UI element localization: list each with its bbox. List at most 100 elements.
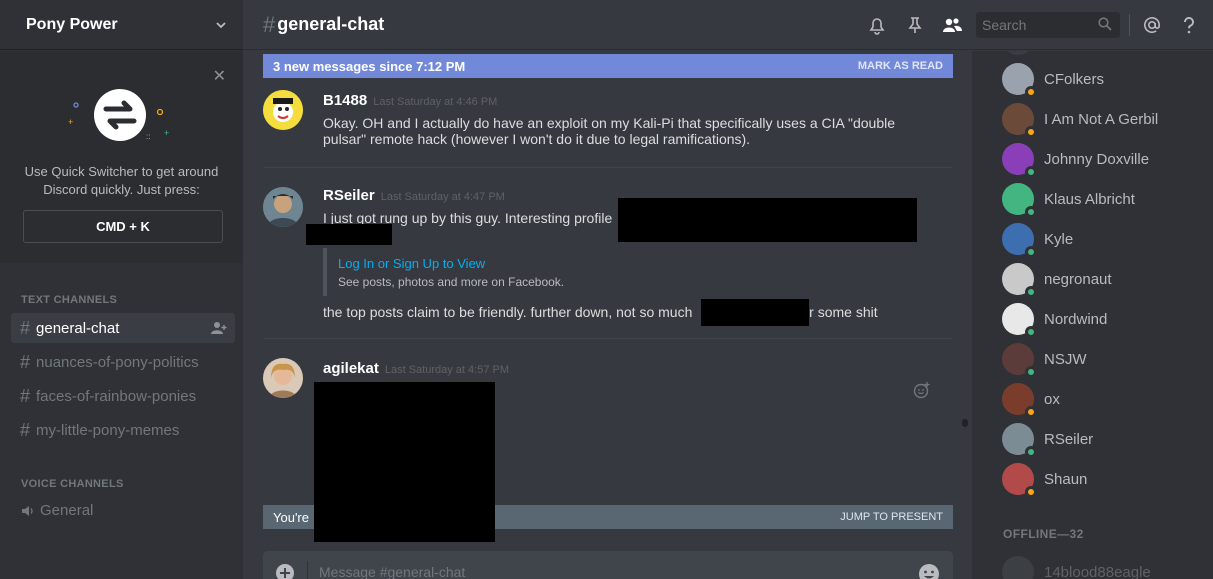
embed-description: See posts, photos and more on Facebook. [338,275,565,289]
hash-icon: # [20,419,31,440]
avatar [1002,63,1037,98]
jump-to-present-button[interactable]: JUMP TO PRESENT [840,511,943,523]
status-indicator [1025,446,1037,458]
hash-icon: # [20,317,31,338]
message-list[interactable]: 3 new messages since 7:12 PM MARK AS REA… [243,51,958,579]
avatar [1002,143,1037,178]
author-name[interactable]: B1488 [323,92,367,109]
channel-general-chat[interactable]: # general-chat [11,313,235,343]
message-input[interactable] [319,563,879,579]
jump-bar-text: You're [273,509,309,525]
member-name: CFolkers [1044,70,1105,88]
bell-icon[interactable] [867,15,887,35]
member-item[interactable]: Nordwind [1002,302,1107,338]
quick-switcher-arrows-icon: + + :: [68,89,169,141]
search-placeholder: Search [982,17,1027,33]
avatar[interactable] [263,358,303,398]
text-channels-category[interactable]: TEXT CHANNELS [21,294,117,306]
message-timestamp: Last Saturday at 4:46 PM [373,96,498,108]
add-reaction-icon[interactable] [913,381,931,399]
member-name: Klaus Albricht [1044,190,1135,208]
voice-channel-general[interactable]: General [21,502,93,519]
link-embed: Log In or Sign Up to View See posts, pho… [323,248,585,296]
quick-switcher-text: Use Quick Switcher to get around Discord… [24,164,219,197]
close-icon[interactable]: ✕ [213,66,226,86]
scrollbar-thumb[interactable] [962,419,968,427]
member-item[interactable]: NSJW [1002,342,1087,378]
channel-sidebar: Pony Power ✕ + + :: Use Quick Switcher t… [0,0,243,579]
status-indicator [1025,366,1037,378]
new-messages-bar[interactable]: 3 new messages since 7:12 PM MARK AS REA… [263,54,953,78]
header-divider [1129,14,1130,36]
avatar [1002,556,1034,579]
add-member-icon[interactable] [211,321,227,335]
member-item[interactable]: I Am Not A Gerbil [1002,102,1158,138]
member-item[interactable]: negronaut [1002,262,1112,298]
member-name: 14blood88eagle [1044,563,1151,579]
message-composer[interactable] [263,551,953,579]
channel-my-little-pony-memes[interactable]: # my-little-pony-memes [11,415,235,445]
member-name: Kyle [1044,230,1074,248]
member-item[interactable]: ox [1002,382,1060,418]
speaker-icon [22,505,33,516]
avatar-image [263,90,303,130]
message-text-part: the top posts claim to be friendly. furt… [323,304,693,320]
author-name[interactable]: RSeiler [323,187,375,204]
avatar[interactable] [263,187,303,227]
status-indicator [1025,286,1037,298]
avatar [1002,51,1034,55]
avatar [1002,383,1037,418]
help-icon[interactable] [1179,15,1199,35]
member-item[interactable]: Klaus Albricht [1002,182,1135,218]
search-icon[interactable] [1098,17,1112,31]
svg-text:+: + [68,117,73,127]
member-item[interactable]: Shaun [1002,462,1087,498]
pin-icon[interactable] [905,15,925,35]
member-list-icon[interactable] [942,15,962,35]
member-list: OFFLINE—32 14blood88eagle CFolkers I Am N… [972,51,1213,579]
member-item[interactable]: CFolkers [1002,62,1105,98]
message-text-part: or some shit [801,304,878,320]
upload-plus-icon[interactable] [275,563,295,579]
mention-icon[interactable] [1142,15,1162,35]
hash-icon: # [263,11,276,37]
channel-faces-of-rainbow-ponies[interactable]: # faces-of-rainbow-ponies [11,381,235,411]
offline-category: OFFLINE—32 [1003,527,1084,541]
member-item[interactable]: Kyle [1002,222,1074,258]
channel-nuances-of-pony-politics[interactable]: # nuances-of-pony-politics [11,347,235,377]
redacted-block [701,299,809,326]
member-item[interactable]: RSeiler [1002,422,1094,458]
message-author[interactable]: RSeiler Last Saturday at 4:47 PM [323,187,505,204]
avatar [1002,423,1037,458]
member-name: RSeiler [1044,430,1094,448]
embed-link[interactable]: Log In or Sign Up to View [338,256,585,271]
avatar[interactable] [263,90,303,130]
scrollbar[interactable] [958,51,972,579]
search-input[interactable]: Search [976,12,1120,38]
server-header[interactable]: Pony Power [0,0,243,50]
status-indicator [1025,246,1037,258]
emoji-picker-icon[interactable] [918,563,940,579]
message-author[interactable]: B1488 Last Saturday at 4:46 PM [323,92,497,109]
message-line: pulsar" remote hack (however I won't do … [323,131,751,147]
redacted-block [618,198,917,242]
voice-channels-category[interactable]: VOICE CHANNELS [21,478,124,490]
new-messages-text: 3 new messages since 7:12 PM [273,58,466,74]
chevron-down-icon[interactable] [215,19,227,31]
svg-text:+: + [164,128,169,138]
avatar [1002,223,1037,258]
redacted-image [314,382,495,542]
hash-icon: # [20,385,31,406]
message-author[interactable]: agilekat Last Saturday at 4:57 PM [323,360,509,377]
mark-as-read-button[interactable]: MARK AS READ [858,60,943,72]
member-item[interactable]: Johnny Doxville [1002,142,1149,178]
status-indicator [1025,166,1037,178]
message-line: Okay. OH and I actually do have an explo… [323,115,896,131]
quick-switcher-shortcut-button[interactable]: CMD + K [23,210,223,243]
avatar [1002,463,1037,498]
status-indicator [1025,126,1037,138]
member-partial[interactable] [1002,51,1034,56]
svg-text:::: :: [146,132,150,141]
author-name[interactable]: agilekat [323,360,379,377]
member-offline[interactable]: 14blood88eagle [1002,555,1151,579]
